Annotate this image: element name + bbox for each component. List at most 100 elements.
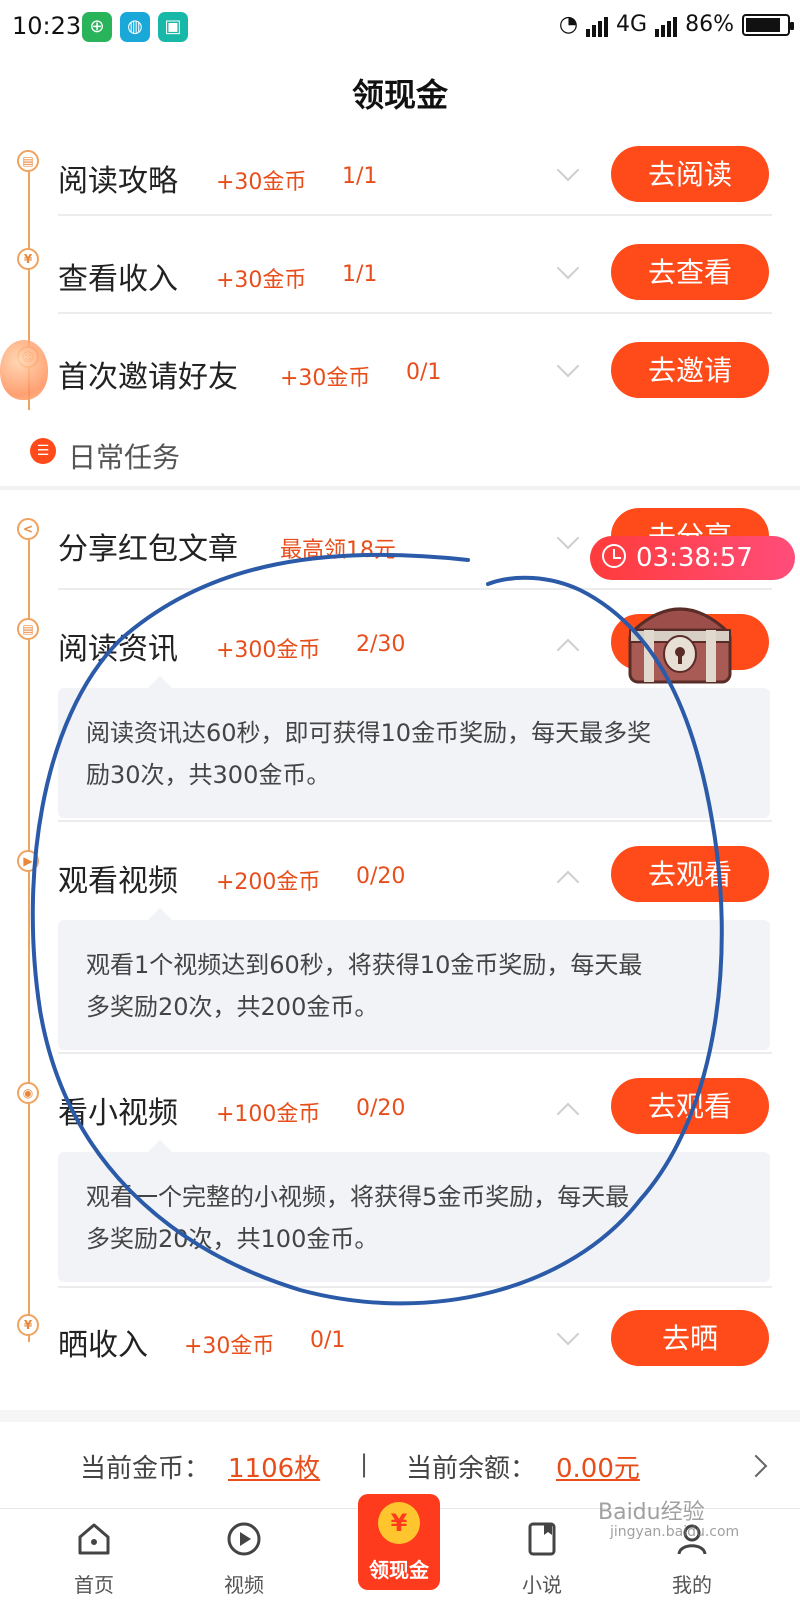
nav-center-label: 领现金 — [369, 1558, 429, 1582]
coins-label: 当前金币： — [80, 1454, 211, 1484]
signal-icon-2 — [655, 13, 678, 37]
book-icon: ▤ — [17, 618, 39, 640]
task-progress: 2/30 — [356, 632, 406, 657]
chevron-down-icon[interactable] — [556, 354, 580, 378]
task-progress: 0/20 — [356, 1096, 406, 1121]
task-name: 查看收入 — [58, 262, 178, 297]
description-line: 励30次，共300金币。 — [86, 761, 331, 789]
task-progress: 1/1 — [342, 164, 378, 189]
task-reward: +30金币 — [216, 170, 307, 195]
task-reward: +30金币 — [216, 268, 307, 293]
task-reward: +30金币 — [280, 366, 371, 391]
task-row: ☺ 首次邀请好友 +30金币 0/1 去邀请 — [0, 332, 800, 430]
task-row: ¥ 查看收入 +30金币 1/1 去查看 — [0, 234, 800, 332]
task-progress: 0/20 — [356, 864, 406, 889]
nav-novel[interactable]: 小说 — [482, 1509, 602, 1601]
divider — [58, 312, 772, 314]
nav-label: 我的 — [672, 1573, 712, 1597]
task-row: ▤ 阅读攻略 +30金币 1/1 去阅读 — [0, 136, 800, 234]
description-line: 阅读资讯达60秒，即可获得10金币奖励，每天最多奖 — [86, 719, 652, 747]
cash-label: 当前余额： — [406, 1454, 537, 1484]
clock-icon — [602, 544, 626, 568]
task-name: 观看视频 — [58, 864, 178, 899]
task-reward: 最高领18元 — [280, 538, 396, 563]
task-reward: +100金币 — [216, 1102, 321, 1127]
treasure-chest-icon[interactable] — [620, 590, 740, 690]
yuan-icon: ¥ — [17, 248, 39, 270]
description-line: 观看一个完整的小视频，将获得5金币奖励，每天最 — [86, 1183, 630, 1211]
chevron-up-icon[interactable] — [556, 870, 580, 894]
wechat-icon: ⊕ — [82, 12, 112, 42]
description-line: 观看1个视频达到60秒，将获得10金币奖励，每天最 — [86, 951, 643, 979]
go-read-button[interactable]: 去阅读 — [611, 146, 769, 202]
nav-get-cash[interactable]: ¥ 领现金 — [358, 1494, 440, 1590]
separator: | — [360, 1450, 369, 1478]
divider — [58, 1286, 772, 1288]
book-icon — [528, 1522, 556, 1556]
chevron-down-icon[interactable] — [556, 158, 580, 182]
task-description: 阅读资讯达60秒，即可获得10金币奖励，每天最多奖 励30次，共300金币。 — [58, 676, 770, 818]
invite-button[interactable]: 去邀请 — [611, 342, 769, 398]
status-right: ◔ 4G 86% — [558, 12, 794, 37]
chevron-right-icon[interactable] — [744, 1454, 768, 1478]
app-icon: ◍ — [120, 12, 150, 42]
countdown-timer[interactable]: 03:38:57 — [590, 536, 795, 580]
scan-icon: ▣ — [158, 12, 188, 42]
task-row: ¥ 晒收入 +30金币 0/1 去晒 — [0, 1300, 800, 1398]
chevron-up-icon[interactable] — [556, 638, 580, 662]
divider — [58, 1052, 772, 1054]
task-progress: 1/1 — [342, 262, 378, 287]
battery-level — [746, 17, 781, 32]
task-description: 观看一个完整的小视频，将获得5金币奖励，每天最 多奖励20次，共100金币。 — [58, 1140, 770, 1282]
yuan-icon: ¥ — [17, 1314, 39, 1336]
section-divider — [0, 486, 800, 490]
task-progress: 0/1 — [406, 360, 442, 385]
task-name: 晒收入 — [58, 1328, 148, 1363]
task-description: 观看1个视频达到60秒，将获得10金币奖励，每天最 多奖励20次，共200金币。 — [58, 908, 770, 1050]
task-name: 分享红包文章 — [58, 532, 238, 567]
status-time: 10:23 — [12, 12, 82, 40]
play-icon: ▶ — [17, 850, 39, 872]
go-watch-button[interactable]: 去观看 — [611, 846, 769, 902]
coins-value[interactable]: 1106枚 — [228, 1448, 320, 1485]
description-line: 多奖励20次，共200金币。 — [86, 993, 379, 1021]
home-icon — [78, 1523, 110, 1555]
record-icon: ◉ — [17, 1082, 39, 1104]
task-progress: 0/1 — [310, 1328, 346, 1353]
description-line: 多奖励20次，共100金币。 — [86, 1225, 379, 1253]
nav-label: 小说 — [522, 1573, 562, 1597]
status-bar: 10:23 ⊕ ◍ ▣ ◔ 4G 86% — [0, 0, 800, 56]
task-name: 看小视频 — [58, 1096, 178, 1131]
nav-video[interactable]: 视频 — [184, 1509, 304, 1601]
nav-home[interactable]: 首页 — [34, 1509, 154, 1601]
battery-icon — [742, 13, 794, 36]
timer-text: 03:38:57 — [636, 543, 753, 573]
chevron-up-icon[interactable] — [556, 1102, 580, 1126]
task-name: 首次邀请好友 — [58, 360, 238, 395]
balloon-icon[interactable] — [0, 340, 48, 400]
share-icon: < — [17, 518, 39, 540]
go-watch-short-button[interactable]: 去观看 — [611, 1078, 769, 1134]
task-reward: +200金币 — [216, 870, 321, 895]
daily-tasks-title: 日常任务 — [68, 441, 181, 474]
show-income-button[interactable]: 去晒 — [611, 1310, 769, 1366]
play-circle-icon — [227, 1522, 261, 1556]
chevron-down-icon[interactable] — [556, 526, 580, 550]
task-reward: +30金币 — [184, 1334, 275, 1359]
chevron-down-icon[interactable] — [556, 1322, 580, 1346]
coin-icon: ¥ — [378, 1502, 420, 1544]
network-type: 4G — [616, 12, 648, 37]
cash-value[interactable]: 0.00元 — [556, 1448, 640, 1485]
task-list-icon: ☰ — [30, 438, 56, 464]
nav-label: 首页 — [74, 1573, 114, 1597]
task-name: 阅读攻略 — [58, 164, 178, 199]
chevron-down-icon[interactable] — [556, 256, 580, 280]
go-view-button[interactable]: 去查看 — [611, 244, 769, 300]
battery-percent: 86% — [685, 12, 734, 37]
page-title: 领现金 — [351, 76, 448, 114]
divider — [58, 820, 772, 822]
wifi-icon: ◔ — [558, 12, 579, 37]
book-icon: ▤ — [17, 150, 39, 172]
task-name: 阅读资讯 — [58, 632, 178, 667]
signal-icon — [586, 13, 609, 37]
